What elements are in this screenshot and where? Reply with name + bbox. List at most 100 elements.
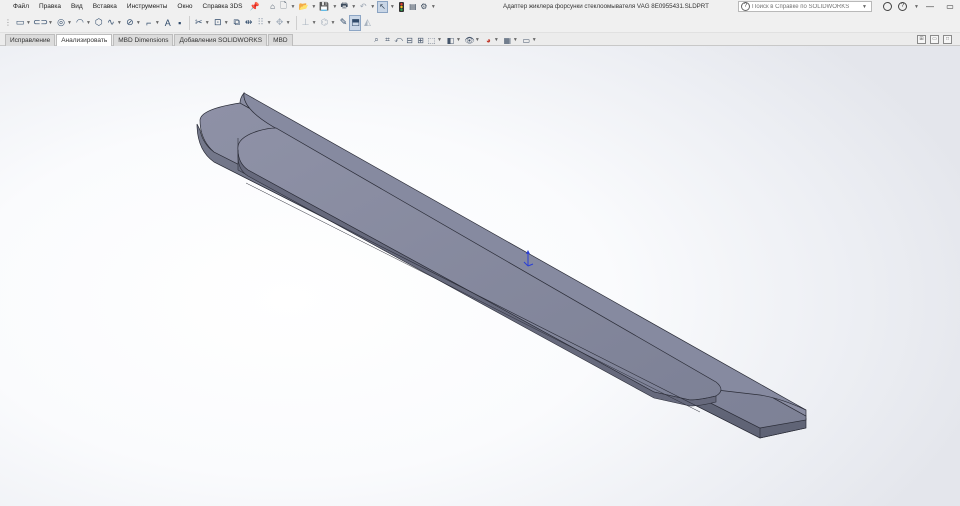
menu-view[interactable]: Вид: [66, 0, 88, 13]
chevron-down-icon[interactable]: ▼: [369, 4, 376, 10]
relations-icon[interactable]: ⊥: [300, 15, 312, 31]
options-icon[interactable]: ⚙: [419, 1, 429, 13]
title-bar: Файл Правка Вид Вставка Инструменты Окно…: [0, 0, 960, 13]
rectangle-icon[interactable]: ▭: [14, 15, 26, 31]
hide-show-items-icon[interactable]: 👁: [464, 36, 475, 45]
chevron-down-icon[interactable]: ▼: [913, 4, 920, 10]
menu-window[interactable]: Окно: [172, 0, 197, 13]
help-icon[interactable]: ?: [898, 2, 908, 11]
chevron-down-icon[interactable]: ▼: [117, 20, 122, 26]
section-view-icon[interactable]: ⊟: [404, 36, 415, 45]
minimize-icon[interactable]: —: [920, 2, 940, 11]
polygon-icon[interactable]: ⬡: [93, 15, 105, 31]
chevron-down-icon[interactable]: ▼: [437, 37, 442, 43]
traffic-light-icon: [399, 1, 405, 12]
edit-appearance-icon[interactable]: ◕: [483, 36, 494, 45]
rapid-sketch-icon[interactable]: ✎: [337, 15, 349, 31]
open-icon[interactable]: 📂: [297, 1, 309, 13]
save-icon[interactable]: 💾: [318, 1, 330, 13]
quick-access-toolbar: ⌂ 🗋 ▼ 📂 ▼ 💾 ▼ 🖶 ▼ ↶ ▼ ↖ ▼ ▤ ⚙ ▼: [267, 0, 436, 13]
select-icon[interactable]: ↖: [377, 0, 388, 13]
chevron-down-icon[interactable]: ▼: [456, 37, 461, 43]
previous-view-icon[interactable]: ⤺: [393, 35, 404, 45]
file-properties-icon[interactable]: ▤: [408, 1, 418, 13]
chevron-down-icon[interactable]: ▼: [389, 4, 396, 10]
chevron-down-icon[interactable]: ▼: [26, 20, 31, 26]
move-entities-icon[interactable]: ✥: [274, 15, 286, 31]
chevron-down-icon[interactable]: ▼: [331, 20, 336, 26]
print-icon[interactable]: 🖶: [339, 1, 349, 13]
convert-entities-icon[interactable]: ⊡: [212, 15, 224, 31]
fillet-icon[interactable]: ⌐: [143, 15, 155, 31]
dynamic-annotation-icon[interactable]: ⊞: [415, 36, 426, 45]
tab-analyze[interactable]: Анализировать: [56, 34, 113, 46]
chevron-down-icon[interactable]: ▼: [286, 20, 291, 26]
tab-mbd-dimensions[interactable]: MBD Dimensions: [113, 34, 174, 46]
chevron-down-icon[interactable]: ▼: [155, 20, 160, 26]
document-title: Адаптер жиклера форсунки стеклоомывателя…: [503, 3, 709, 10]
menu-file[interactable]: Файл: [8, 0, 34, 13]
chevron-down-icon[interactable]: ▼: [205, 20, 210, 26]
undo-icon[interactable]: ↶: [358, 1, 368, 13]
ellipse-icon[interactable]: ⊘: [124, 15, 136, 31]
user-icon[interactable]: [883, 2, 893, 11]
tab-solidworks-addins[interactable]: Добавления SOLIDWORKS: [174, 34, 268, 46]
view-orientation-icon[interactable]: ⬚: [426, 36, 437, 45]
chevron-down-icon[interactable]: ▼: [136, 20, 141, 26]
text-icon[interactable]: A: [162, 15, 174, 31]
viewport-maximize-icon[interactable]: □: [943, 35, 952, 44]
arc-icon[interactable]: ◠: [74, 15, 86, 31]
home-icon[interactable]: ⌂: [267, 1, 277, 13]
restore-icon[interactable]: ▭: [940, 2, 960, 11]
chevron-down-icon[interactable]: ▼: [494, 37, 499, 43]
shaded-sketch-icon[interactable]: ◭: [361, 15, 373, 31]
menu-help[interactable]: Справка 3DS: [198, 0, 248, 13]
repair-sketch-icon[interactable]: ⌬: [319, 15, 331, 31]
rebuild-icon[interactable]: [397, 1, 407, 13]
graphics-area[interactable]: [0, 46, 960, 506]
chevron-down-icon[interactable]: ▼: [48, 20, 53, 26]
chevron-down-icon[interactable]: ▼: [513, 37, 518, 43]
search-input[interactable]: [752, 2, 862, 11]
spline-icon[interactable]: ∿: [105, 15, 117, 31]
menu-edit[interactable]: Правка: [34, 0, 66, 13]
point-icon[interactable]: ▪: [174, 15, 186, 31]
display-style-icon[interactable]: ◧: [445, 36, 456, 45]
chevron-down-icon[interactable]: ▼: [430, 4, 437, 10]
circle-icon[interactable]: ◎: [55, 15, 67, 31]
apply-scene-icon[interactable]: ▦: [502, 36, 513, 45]
chevron-down-icon[interactable]: ▼: [267, 20, 272, 26]
chevron-down-icon[interactable]: ▼: [312, 20, 317, 26]
chevron-down-icon[interactable]: ▼: [475, 37, 480, 43]
chevron-down-icon[interactable]: ▼: [310, 4, 317, 10]
chevron-down-icon[interactable]: ▼: [86, 20, 91, 26]
tab-repair[interactable]: Исправление: [5, 34, 56, 46]
zoom-to-area-icon[interactable]: ⌗: [382, 35, 393, 45]
view-settings-icon[interactable]: ▭: [521, 36, 532, 45]
new-document-icon[interactable]: 🗋: [278, 1, 288, 13]
linear-pattern-icon[interactable]: ⠿: [255, 15, 267, 31]
trim-icon[interactable]: ✂: [193, 15, 205, 31]
zoom-to-fit-icon[interactable]: ⌕: [371, 35, 382, 45]
instant2d-icon[interactable]: ⬒: [349, 14, 362, 31]
menu-insert[interactable]: Вставка: [88, 0, 122, 13]
chevron-down-icon[interactable]: ▼: [331, 4, 338, 10]
toolbar-divider: [188, 15, 190, 30]
offset-icon[interactable]: ⧉: [231, 15, 243, 31]
chevron-down-icon[interactable]: ▼: [350, 4, 357, 10]
mirror-icon[interactable]: ⇹: [243, 15, 255, 31]
slot-icon[interactable]: ⊂⊃: [33, 15, 48, 31]
chevron-down-icon[interactable]: ▼: [532, 37, 537, 43]
search-dropdown-icon[interactable]: ▼: [862, 4, 867, 10]
tab-mbd[interactable]: MBD: [268, 34, 293, 46]
viewport-split-icon[interactable]: ⊞: [917, 35, 926, 44]
chevron-down-icon[interactable]: ▼: [289, 4, 296, 10]
toolbar-divider: [295, 15, 297, 30]
pin-icon[interactable]: 📌: [249, 2, 260, 11]
chevron-down-icon[interactable]: ▼: [224, 20, 229, 26]
menu-tools[interactable]: Инструменты: [122, 0, 173, 13]
heads-up-view-toolbar: ⌕ ⌗ ⤺ ⊟ ⊞ ⬚ ▼ ◧ ▼ 👁 ▼ ◕ ▼ ▦ ▼ ▭ ▼: [371, 34, 540, 46]
part-model[interactable]: [0, 46, 960, 506]
chevron-down-icon[interactable]: ▼: [67, 20, 72, 26]
viewport-restore-icon[interactable]: ▭: [930, 35, 939, 44]
